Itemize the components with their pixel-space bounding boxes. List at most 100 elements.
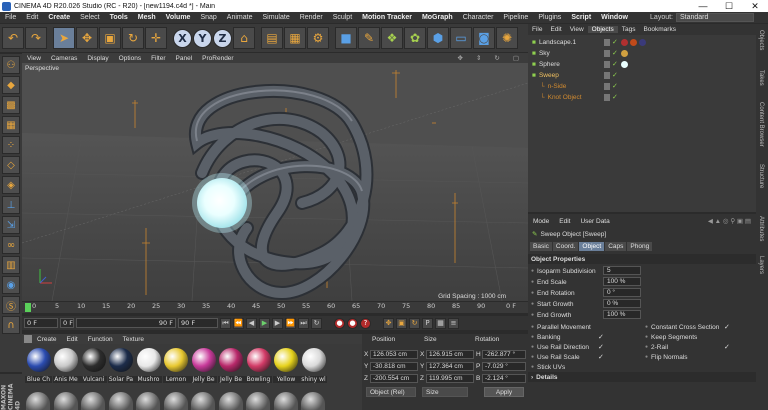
object-menu-edit[interactable]: Edit (546, 26, 565, 33)
side-tab-takes[interactable]: Takes (758, 70, 764, 86)
object-name[interactable]: n-Side (548, 83, 567, 90)
cloner-icon[interactable]: ✿ (404, 27, 426, 49)
enabled-check-icon[interactable]: ✓ (612, 61, 619, 68)
size-mode-select[interactable]: Size (422, 387, 468, 397)
tweak-mode-icon[interactable]: ⇲ (2, 216, 20, 234)
menu-plugins[interactable]: Plugins (533, 14, 566, 21)
rotation-p-field[interactable]: -7.029 ° (482, 362, 526, 371)
property-value-field[interactable]: 100 % (603, 310, 641, 319)
viewport-menu-display[interactable]: Display (82, 55, 113, 62)
subdivision-icon[interactable]: ❖ (381, 27, 403, 49)
object-properties-section[interactable]: Object Properties (528, 254, 756, 264)
menu-sculpt[interactable]: Sculpt (328, 14, 357, 21)
checkbox-row[interactable]: ● Keep Segments (642, 332, 752, 342)
viewport-rotate-icon[interactable]: ↻ (489, 54, 504, 62)
menu-volume[interactable]: Volume (161, 14, 196, 21)
material-item[interactable]: Bowling (245, 348, 272, 383)
points-mode-icon[interactable]: ⁘ (2, 136, 20, 154)
object-row[interactable]: ■ Sweep ✓ (528, 70, 756, 81)
position-y-field[interactable]: -30.818 cm (370, 362, 418, 371)
object-flags[interactable]: ✓ (604, 39, 646, 46)
enabled-check-icon[interactable]: ✓ (612, 72, 619, 79)
object-flags[interactable]: ✓ (604, 83, 619, 90)
render-view-icon[interactable]: ▤ (261, 27, 283, 49)
material-item[interactable]: shiny wl (300, 348, 327, 383)
coordinate-system-icon[interactable]: ⌂ (233, 27, 255, 49)
minimize-button[interactable]: — (690, 0, 716, 12)
checkbox[interactable]: ✓ (598, 353, 604, 361)
object-row[interactable]: ■ Landscape.1 ✓ (528, 37, 756, 48)
material-tag-icon[interactable] (621, 61, 628, 68)
key-pla-icon[interactable]: ▦ (435, 317, 446, 329)
timeline[interactable]: 0 5 10 15 20 25 30 35 40 45 50 55 60 65 … (22, 302, 528, 313)
snapping-icon[interactable]: ∞ (2, 236, 20, 254)
deformer-icon[interactable]: ⬢ (427, 27, 449, 49)
checkbox[interactable]: ✓ (598, 343, 604, 351)
menu-simulate[interactable]: Simulate (257, 14, 294, 21)
object-menu-file[interactable]: File (528, 26, 546, 33)
checkbox-row[interactable]: ● Constant Cross Section ✓ (642, 322, 752, 332)
viewport-menu-options[interactable]: Options (114, 55, 146, 62)
attr-tab-caps[interactable]: Caps (605, 242, 627, 251)
maximize-button[interactable]: ☐ (716, 0, 742, 12)
material-item[interactable]: Solar Pa (107, 348, 135, 383)
position-x-field[interactable]: 126.053 cm (370, 350, 418, 359)
visibility-toggle[interactable] (604, 94, 610, 101)
object-menu-objects[interactable]: Objects (587, 26, 618, 33)
floor-icon[interactable]: ▭ (450, 27, 472, 49)
material-item[interactable] (163, 392, 188, 410)
record-icon[interactable]: ● (334, 317, 345, 329)
key-rotation-icon[interactable]: ↻ (409, 317, 420, 329)
select-arrow-icon[interactable]: ➤ (53, 27, 75, 49)
material-item[interactable] (108, 392, 133, 410)
checkbox[interactable]: ✓ (724, 343, 730, 351)
go-to-start-icon[interactable]: ⏮ (220, 317, 231, 329)
details-section[interactable]: › Details (528, 372, 756, 382)
axis-y-button[interactable]: Y (193, 28, 212, 48)
keyframe-dot-icon[interactable]: ● (531, 344, 534, 350)
checkbox-row[interactable]: ● Use Rail Direction ✓ (528, 342, 638, 352)
menu-script[interactable]: Script (566, 14, 596, 21)
material-item[interactable] (81, 392, 105, 410)
checkbox-row[interactable]: ● Parallel Movement (528, 322, 638, 332)
panel-grip-icon[interactable] (24, 335, 32, 343)
scale-icon[interactable]: ▣ (99, 27, 121, 49)
attr-tab-basic[interactable]: Basic (530, 242, 552, 251)
keyframe-dot-icon[interactable]: ● (645, 354, 648, 360)
rotation-h-field[interactable]: -262.877 ° (482, 350, 526, 359)
loop-icon[interactable]: ↻ (311, 317, 322, 329)
object-name[interactable]: Sphere (539, 61, 560, 68)
viewport-menu-view[interactable]: View (22, 55, 46, 62)
menu-animate[interactable]: Animate (222, 14, 258, 21)
side-tab-objects[interactable]: Objects (758, 30, 764, 50)
object-name[interactable]: Landscape.1 (539, 39, 576, 46)
object-flags[interactable]: ✓ (604, 50, 628, 57)
material-item[interactable]: Blue Ch (25, 348, 52, 383)
render-picture-viewer-icon[interactable]: ▦ (284, 27, 306, 49)
layout-select[interactable]: Standard (676, 13, 754, 22)
attr-menu-edit[interactable]: Edit (554, 218, 575, 225)
side-tab-attributes[interactable]: Attributes (758, 216, 764, 241)
checkbox[interactable]: ✓ (724, 323, 730, 331)
object-menu-tags[interactable]: Tags (618, 26, 640, 33)
key-parameter-icon[interactable]: P (422, 317, 433, 329)
axis-mode-icon[interactable]: ⊥ (2, 196, 20, 214)
object-name[interactable]: Knot Object (548, 94, 582, 101)
play-icon[interactable]: ▶ (259, 317, 270, 329)
attr-nav-icons[interactable]: ◀ ▲ ◎ ⚲ ▣ ▤ (703, 217, 756, 225)
property-value-field[interactable]: 100 % (603, 277, 641, 286)
menu-select[interactable]: Select (75, 14, 104, 21)
visibility-toggle[interactable] (604, 72, 610, 79)
menu-edit[interactable]: Edit (21, 14, 43, 21)
enabled-check-icon[interactable]: ✓ (612, 83, 619, 90)
material-item[interactable]: Lemon (162, 348, 190, 383)
light-icon[interactable]: ✺ (496, 27, 518, 49)
go-to-end-icon[interactable]: ⏭ (298, 317, 309, 329)
timeline-menu-icon[interactable]: ≡ (448, 317, 459, 329)
menu-mograph[interactable]: MoGraph (417, 14, 458, 21)
viewport-move-icon[interactable]: ✥ (452, 54, 467, 62)
next-key-icon[interactable]: ⏩ (285, 317, 296, 329)
object-row[interactable]: └ Knot Object ✓ (528, 92, 756, 103)
material-item[interactable]: Jelly Be (190, 348, 217, 383)
material-tag-icon[interactable] (621, 39, 628, 46)
